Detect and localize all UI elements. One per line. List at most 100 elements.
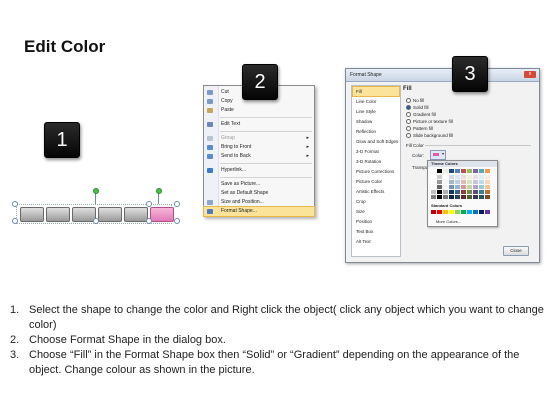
color-swatch[interactable] [455, 195, 460, 199]
color-swatch[interactable] [479, 175, 484, 179]
color-swatch[interactable] [473, 185, 478, 189]
color-swatch[interactable] [473, 195, 478, 199]
color-swatch[interactable] [479, 190, 484, 194]
color-swatch[interactable] [431, 210, 436, 214]
menu-item-paste[interactable]: Paste [204, 106, 314, 115]
color-swatch[interactable] [485, 190, 490, 194]
category-position[interactable]: Position [353, 217, 399, 226]
radio-no-fill[interactable]: No fill [406, 97, 424, 104]
category-text-box[interactable]: Text Box [353, 227, 399, 236]
resize-handle[interactable] [174, 218, 180, 224]
color-swatch[interactable] [461, 210, 466, 214]
color-swatch[interactable] [479, 180, 484, 184]
shape-segment[interactable] [46, 207, 70, 222]
resize-handle[interactable] [12, 201, 18, 207]
radio-slide-background-fill[interactable]: Slide background fill [406, 132, 453, 139]
category-glow[interactable]: Glow and Soft Edges [353, 137, 399, 146]
color-swatch[interactable] [437, 190, 442, 194]
resize-handle[interactable] [146, 201, 152, 207]
color-swatch[interactable] [431, 190, 436, 194]
color-swatch[interactable] [431, 195, 436, 199]
category-picture-color[interactable]: Picture Color [353, 177, 399, 186]
color-swatch[interactable] [455, 210, 460, 214]
selected-shape-group[interactable] [12, 188, 184, 224]
shape-segment[interactable] [98, 207, 122, 222]
category-line-style[interactable]: Line Style [353, 107, 399, 116]
color-swatch[interactable] [473, 210, 478, 214]
color-swatch[interactable] [431, 180, 436, 184]
color-swatch[interactable] [461, 185, 466, 189]
color-swatch[interactable] [437, 195, 442, 199]
color-swatch[interactable] [437, 180, 442, 184]
color-swatch[interactable] [455, 190, 460, 194]
color-swatch[interactable] [455, 175, 460, 179]
menu-item-hyperlink[interactable]: Hyperlink... [204, 166, 314, 175]
color-swatch[interactable] [479, 185, 484, 189]
category-3d-rotation[interactable]: 3-D Rotation [353, 157, 399, 166]
menu-item-save-as-picture[interactable]: Save as Picture... [204, 180, 314, 189]
color-swatch[interactable] [455, 185, 460, 189]
category-line-color[interactable]: Line Color [353, 97, 399, 106]
category-fill[interactable]: Fill [352, 86, 400, 97]
color-swatch[interactable] [455, 169, 460, 173]
color-swatch[interactable] [467, 195, 472, 199]
menu-item-send-to-back[interactable]: Send to Back ▸ [204, 152, 314, 161]
menu-item-bring-to-front[interactable]: Bring to Front ▸ [204, 143, 314, 152]
category-size[interactable]: Size [353, 207, 399, 216]
color-swatch[interactable] [461, 190, 466, 194]
color-swatch[interactable] [473, 190, 478, 194]
color-swatch[interactable] [443, 175, 448, 179]
radio-gradient-fill[interactable]: Gradient fill [406, 111, 436, 118]
radio-picture-fill[interactable]: Picture or texture fill [406, 118, 453, 125]
color-swatch[interactable] [431, 175, 436, 179]
selected-pink-shape[interactable] [150, 207, 174, 222]
more-colors-link[interactable]: More Colors... [436, 219, 461, 224]
color-swatch[interactable] [437, 210, 442, 214]
category-reflection[interactable]: Reflection [353, 127, 399, 136]
shape-segment[interactable] [20, 207, 44, 222]
color-swatch[interactable] [467, 175, 472, 179]
color-swatch[interactable] [485, 210, 490, 214]
color-swatch[interactable] [485, 175, 490, 179]
color-swatch[interactable] [437, 175, 442, 179]
color-swatch[interactable] [461, 175, 466, 179]
color-swatch[interactable] [449, 210, 454, 214]
menu-item-edit-text[interactable]: Edit Text [204, 120, 314, 129]
category-artistic-effects[interactable]: Artistic Effects [353, 187, 399, 196]
color-swatch[interactable] [485, 180, 490, 184]
color-swatch[interactable] [467, 180, 472, 184]
color-swatch[interactable] [449, 185, 454, 189]
color-swatch[interactable] [449, 190, 454, 194]
color-swatch[interactable] [437, 169, 442, 173]
color-swatch[interactable] [449, 180, 454, 184]
menu-item-format-shape[interactable]: Format Shape... [203, 206, 315, 217]
color-swatch[interactable] [467, 210, 472, 214]
color-swatch[interactable] [479, 210, 484, 214]
color-swatch[interactable] [461, 180, 466, 184]
category-shadow[interactable]: Shadow [353, 117, 399, 126]
rotation-handle[interactable] [93, 188, 99, 194]
menu-item-group[interactable]: Group ▸ [204, 134, 314, 143]
color-swatch[interactable] [467, 190, 472, 194]
resize-handle[interactable] [146, 218, 152, 224]
category-alt-text[interactable]: Alt Text [353, 237, 399, 246]
color-swatch[interactable] [443, 180, 448, 184]
color-swatch[interactable] [431, 169, 436, 173]
resize-handle[interactable] [93, 218, 99, 224]
color-swatch[interactable] [443, 169, 448, 173]
color-swatch[interactable] [449, 169, 454, 173]
color-swatch[interactable] [479, 195, 484, 199]
category-crop[interactable]: Crop [353, 197, 399, 206]
close-icon[interactable]: x [524, 71, 536, 78]
radio-pattern-fill[interactable]: Pattern fill [406, 125, 433, 132]
color-swatch[interactable] [431, 185, 436, 189]
color-swatch[interactable] [473, 169, 478, 173]
color-swatch[interactable] [443, 190, 448, 194]
color-picker-button[interactable]: ▾ [430, 150, 446, 160]
color-swatch[interactable] [485, 195, 490, 199]
color-swatch[interactable] [455, 180, 460, 184]
close-button[interactable]: Close [503, 246, 529, 256]
color-swatch[interactable] [467, 185, 472, 189]
color-swatch[interactable] [485, 169, 490, 173]
color-swatch[interactable] [461, 169, 466, 173]
